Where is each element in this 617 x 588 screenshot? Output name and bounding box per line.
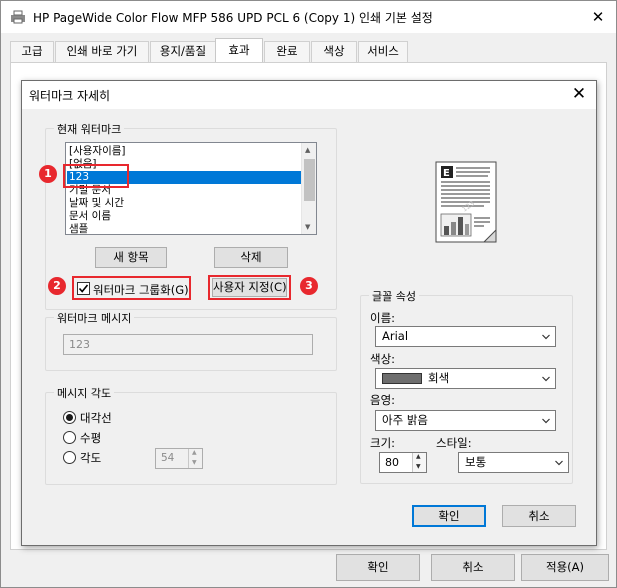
radio-diagonal[interactable] — [63, 411, 76, 424]
scrollbar-thumb[interactable] — [304, 159, 315, 201]
watermark-message-input[interactable]: 123 — [63, 334, 313, 355]
dialog-title: 워터마크 자세히 — [29, 89, 111, 103]
radio-selected-dot — [66, 414, 73, 421]
list-item[interactable]: 날짜 및 시간 — [69, 197, 124, 209]
group-watermark-label: 워터마크 그룹화(G) — [93, 283, 189, 297]
font-color-label: 색상: — [370, 352, 396, 366]
spin-up-icon[interactable]: ▲ — [192, 449, 197, 456]
radio-angle[interactable] — [63, 451, 76, 464]
tab-color[interactable]: 색상 — [311, 41, 357, 62]
callout-number-3: 3 — [300, 277, 318, 295]
window-close-button[interactable]: ✕ — [585, 5, 611, 29]
list-item[interactable]: 문서 이름 — [69, 210, 111, 222]
angle-spinner[interactable]: ▲ ▼ — [188, 449, 202, 468]
tab-advanced[interactable]: 고급 — [10, 41, 54, 62]
tab-paper-quality[interactable]: 용지/품질 — [150, 41, 216, 62]
dialog-titlebar: 워터마크 자세히 ✕ — [22, 81, 596, 109]
printer-icon — [11, 10, 25, 24]
watermark-message-label: 워터마크 메시지 — [54, 310, 135, 326]
spin-down-icon[interactable]: ▼ — [416, 463, 421, 470]
font-attributes-label: 글꼴 속성 — [369, 288, 419, 304]
font-shade-label: 음영: — [370, 393, 396, 407]
delete-button[interactable]: 삭제 — [214, 247, 288, 268]
chevron-down-icon — [542, 418, 550, 424]
chevron-down-icon — [542, 334, 550, 340]
current-watermark-label: 현재 워터마크 — [54, 121, 125, 137]
watermark-preview-image: E 123 — [435, 161, 497, 243]
apply-button[interactable]: 적용(A) — [521, 554, 609, 581]
svg-text:E: E — [443, 168, 450, 179]
cancel-button[interactable]: 취소 — [431, 554, 515, 581]
color-swatch — [382, 373, 422, 384]
list-item[interactable]: [사용자이름] — [69, 145, 126, 157]
new-item-button[interactable]: 새 항목 — [95, 247, 167, 268]
scroll-up-icon[interactable]: ▲ — [305, 146, 310, 154]
chevron-down-icon — [555, 460, 563, 466]
radio-diagonal-label: 대각선 — [80, 411, 112, 425]
font-color-dropdown[interactable]: 회색 — [375, 368, 556, 389]
callout-number-1: 1 — [39, 165, 57, 183]
font-size-label: 크기: — [370, 436, 396, 450]
font-shade-dropdown[interactable]: 아주 밝음 — [375, 410, 556, 431]
spin-up-icon[interactable]: ▲ — [416, 453, 421, 460]
radio-horizontal-label: 수평 — [80, 431, 102, 445]
chevron-down-icon — [542, 376, 550, 382]
window-title: HP PageWide Color Flow MFP 586 UPD PCL 6… — [33, 11, 433, 25]
dialog-ok-button[interactable]: 확인 — [412, 505, 486, 527]
checkmark-icon — [78, 284, 89, 293]
callout-number-2: 2 — [48, 277, 66, 295]
callout-highlight-1 — [63, 164, 129, 188]
font-style-dropdown[interactable]: 보통 — [458, 452, 569, 473]
window-titlebar: HP PageWide Color Flow MFP 586 UPD PCL 6… — [1, 1, 616, 33]
dialog-cancel-button[interactable]: 취소 — [502, 505, 576, 527]
radio-angle-label: 각도 — [80, 451, 102, 465]
font-shade-value: 아주 밝음 — [382, 413, 428, 427]
dialog-close-button[interactable]: ✕ — [567, 83, 591, 107]
tab-finishing[interactable]: 완료 — [264, 41, 310, 62]
scroll-down-icon[interactable]: ▼ — [305, 223, 310, 231]
font-size-spinner[interactable]: ▲ ▼ — [412, 453, 426, 472]
message-angle-label: 메시지 각도 — [54, 385, 115, 401]
tab-effects[interactable]: 효과 — [215, 38, 263, 63]
font-name-label: 이름: — [370, 311, 396, 325]
radio-horizontal[interactable] — [63, 431, 76, 444]
spin-down-icon[interactable]: ▼ — [192, 459, 197, 466]
tab-print-shortcuts[interactable]: 인쇄 바로 가기 — [55, 41, 149, 62]
list-item[interactable]: 샘플 — [69, 223, 88, 234]
watermark-listbox[interactable]: [사용자이름] [없음] 123 기밀 문서 날짜 및 시간 문서 이름 샘플 … — [65, 142, 317, 235]
font-style-value: 보통 — [465, 455, 487, 469]
font-name-value: Arial — [382, 329, 409, 343]
group-watermark-checkbox[interactable] — [77, 282, 90, 295]
tab-services[interactable]: 서비스 — [358, 41, 408, 62]
font-color-value: 회색 — [428, 371, 450, 385]
listbox-scrollbar[interactable]: ▲ ▼ — [301, 143, 316, 234]
custom-button[interactable]: 사용자 지정(C) — [212, 278, 287, 297]
ok-button[interactable]: 확인 — [336, 554, 420, 581]
font-style-label: 스타일: — [436, 436, 472, 450]
font-name-dropdown[interactable]: Arial — [375, 326, 556, 347]
